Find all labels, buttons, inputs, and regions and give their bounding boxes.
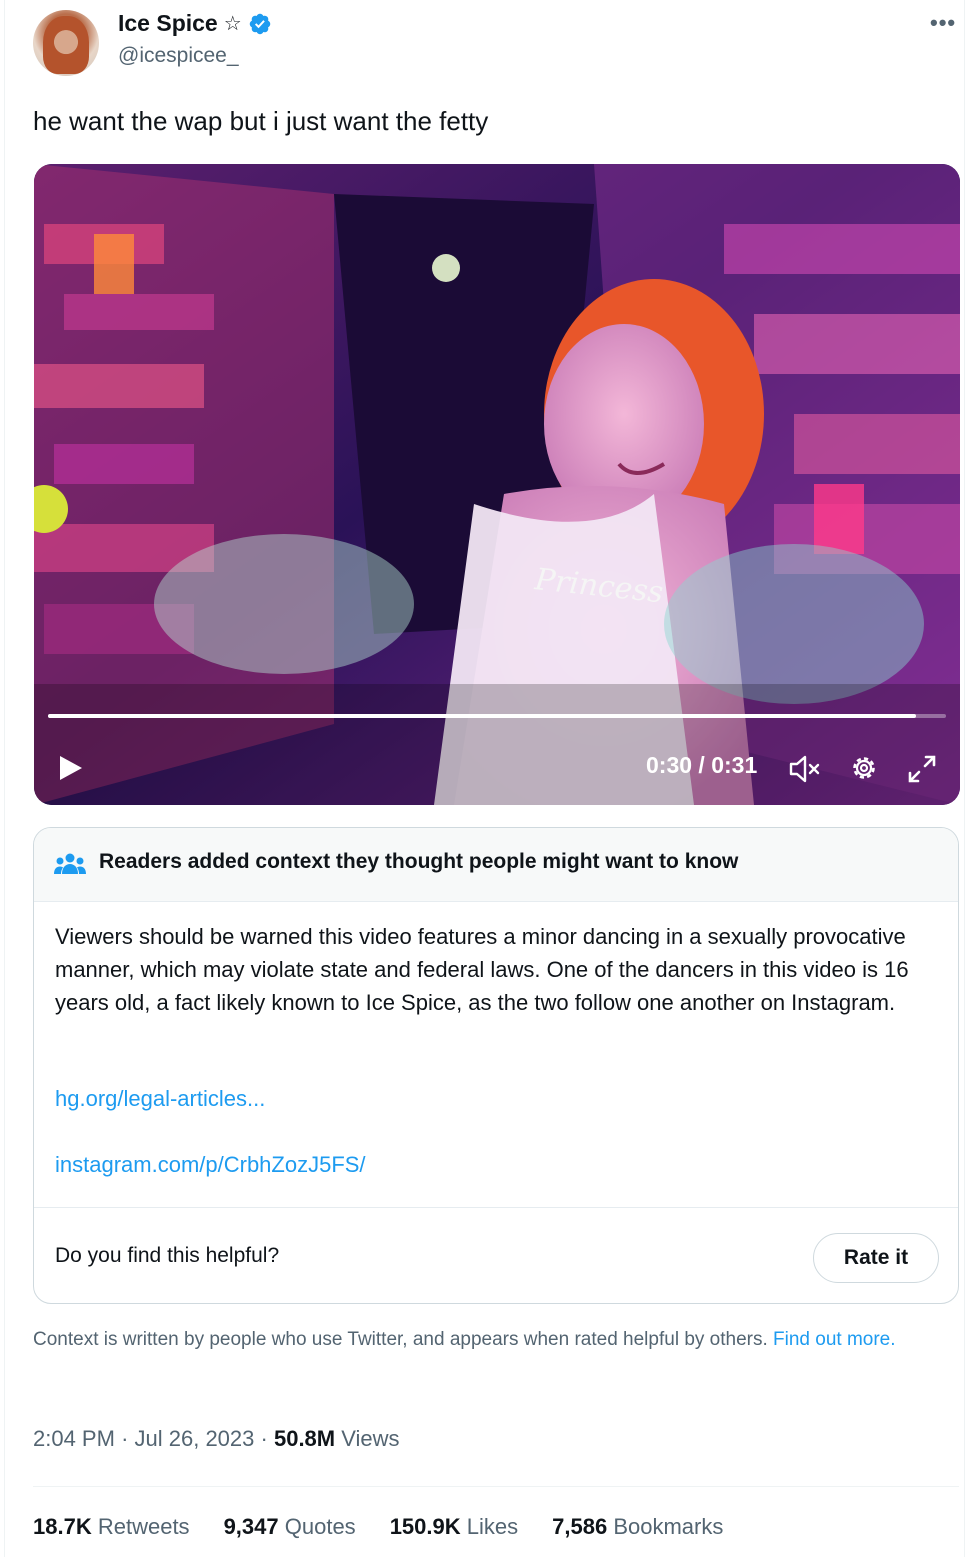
find-out-more-link[interactable]: Find out more. (773, 1329, 896, 1350)
meta-separator: · (260, 1426, 268, 1451)
community-note-body: Viewers should be warned this video feat… (55, 924, 909, 1015)
quotes-count: 9,347 (223, 1514, 279, 1539)
divider (34, 1207, 958, 1208)
avatar[interactable] (33, 10, 99, 76)
author-handle[interactable]: @icespicee_ (118, 44, 239, 68)
views-count: 50.8M (273, 1426, 336, 1451)
star-icon: ☆ (223, 13, 242, 35)
settings-icon[interactable] (849, 753, 879, 783)
timeline-border-left (4, 0, 5, 1557)
video-progress-bar[interactable] (48, 714, 946, 718)
quotes-label: Quotes (284, 1514, 356, 1539)
divider (33, 1486, 959, 1487)
more-icon[interactable]: ••• (930, 10, 956, 36)
video-time: 0:30 / 0:31 (646, 752, 758, 778)
likes-label: Likes (466, 1514, 519, 1539)
likes-count: 150.9K (389, 1514, 461, 1539)
rate-it-button[interactable]: Rate it (813, 1233, 939, 1283)
timeline-border-right (964, 0, 965, 1557)
video-player[interactable]: Princess 0:30 / 0:31 (34, 164, 960, 805)
people-icon (54, 853, 86, 874)
tweet-date[interactable]: Jul 26, 2023 (135, 1426, 255, 1451)
engagement-stats: 18.7K Retweets 9,347 Quotes 150.9K Likes… (33, 1514, 723, 1540)
play-icon[interactable] (58, 754, 84, 782)
tweet-text: he want the wap but i just want the fett… (33, 106, 489, 136)
views-label: Views (341, 1426, 400, 1451)
fullscreen-icon[interactable] (906, 753, 938, 785)
retweets-label: Retweets (97, 1514, 190, 1539)
community-note: Readers added context they thought peopl… (33, 827, 959, 1304)
note-source-link-hg[interactable]: hg.org/legal-articles... (55, 1086, 265, 1112)
meta-separator: · (121, 1426, 129, 1451)
bookmarks-stat[interactable]: 7,586 Bookmarks (552, 1514, 723, 1540)
community-note-header: Readers added context they thought peopl… (34, 828, 958, 902)
tweet-meta: 2:04 PM · Jul 26, 2023 · 50.8M Views (33, 1426, 400, 1452)
video-frame: Princess (34, 164, 960, 805)
quotes-stat[interactable]: 9,347 Quotes (224, 1514, 356, 1540)
context-disclaimer: Context is written by people who use Twi… (33, 1326, 953, 1354)
author-name-row[interactable]: Ice Spice ☆ (118, 10, 272, 37)
context-disclaimer-text: Context is written by people who use Twi… (33, 1329, 768, 1350)
author-display-name[interactable]: Ice Spice (118, 10, 218, 37)
retweets-count: 18.7K (33, 1514, 92, 1539)
bookmarks-count: 7,586 (552, 1514, 608, 1539)
likes-stat[interactable]: 150.9K Likes (390, 1514, 518, 1540)
verified-icon (249, 13, 270, 34)
helpful-question: Do you find this helpful? (55, 1244, 280, 1267)
retweets-stat[interactable]: 18.7K Retweets (33, 1514, 190, 1540)
tweet-time[interactable]: 2:04 PM (33, 1426, 115, 1451)
community-note-title: Readers added context they thought peopl… (99, 850, 739, 873)
bookmarks-label: Bookmarks (613, 1514, 724, 1539)
note-source-link-instagram[interactable]: instagram.com/p/CrbhZozJ5FS/ (55, 1152, 366, 1178)
video-progress-fill (48, 714, 917, 718)
mute-icon[interactable] (788, 754, 822, 784)
